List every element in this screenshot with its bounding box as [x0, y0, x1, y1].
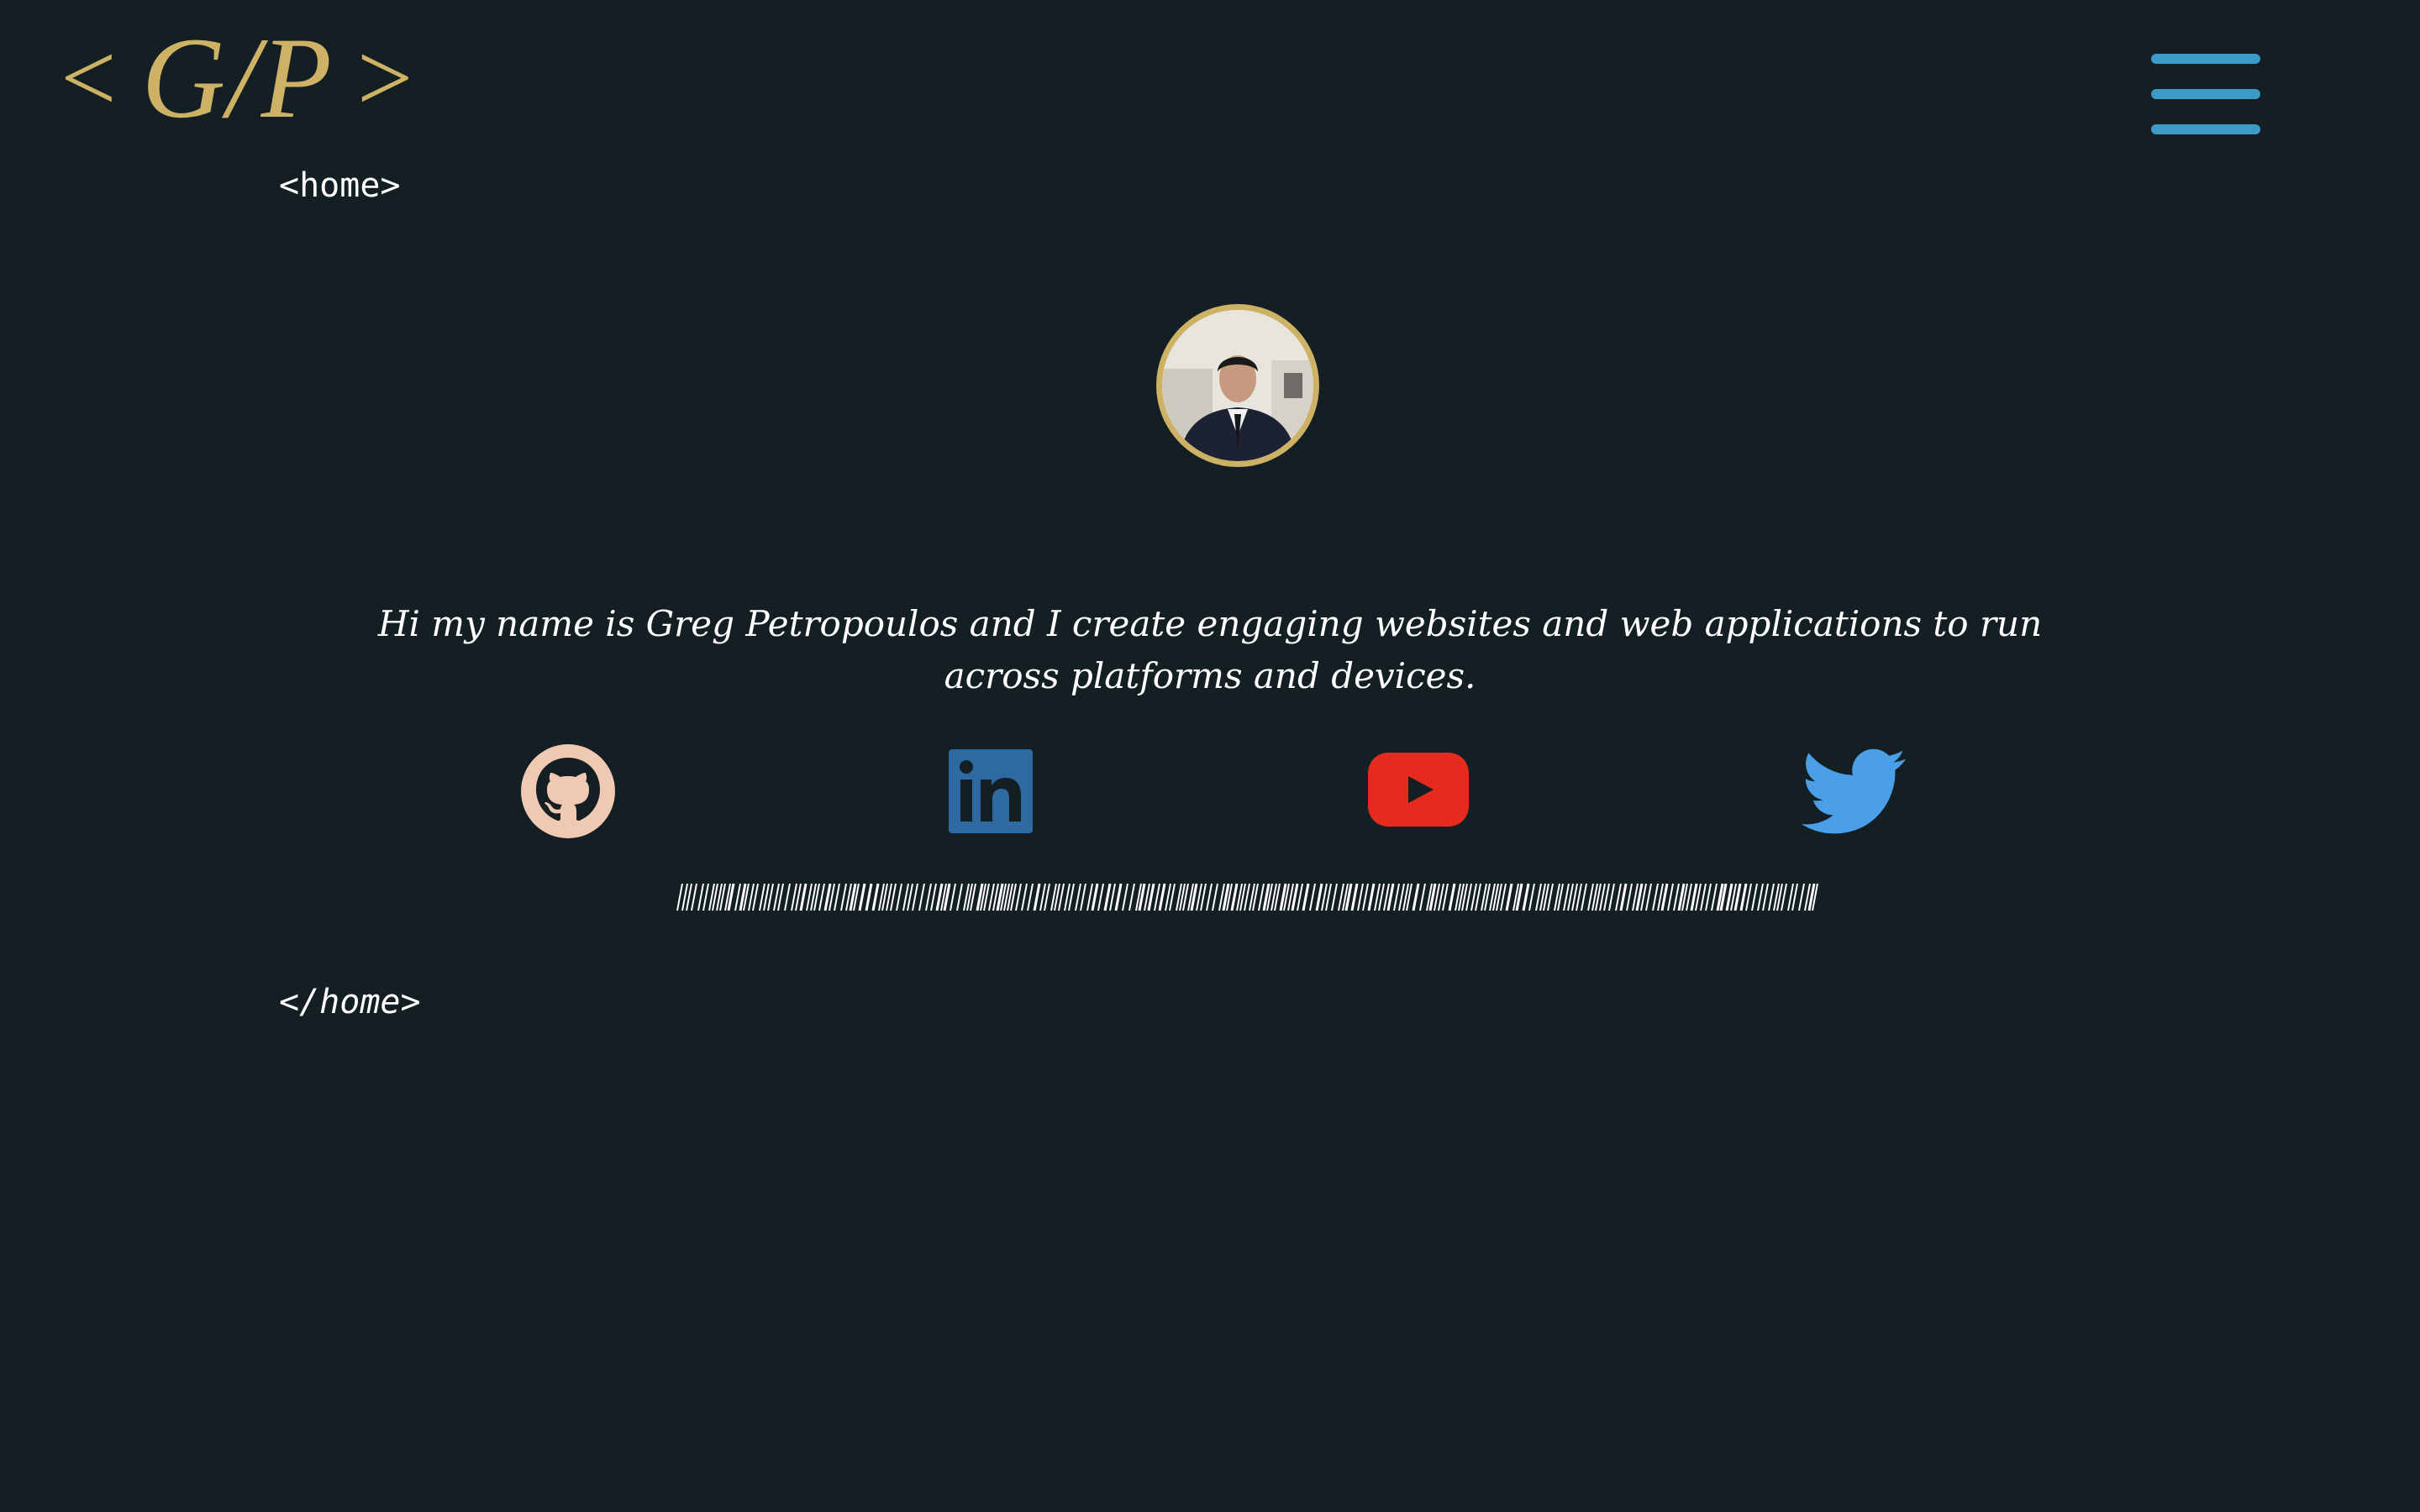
github-icon [521, 744, 615, 838]
profile-photo [1162, 310, 1313, 461]
avatar [1156, 304, 1319, 467]
menu-bar-bottom [2151, 124, 2260, 134]
logo-open-bracket: < [60, 23, 118, 133]
decorative-divider [676, 883, 1818, 911]
menu-bar-top [2151, 54, 2260, 64]
youtube-link[interactable] [1366, 739, 1470, 843]
youtube-icon [1368, 753, 1469, 827]
home-open-tag: <home> [279, 166, 401, 205]
twitter-link[interactable] [1802, 739, 1906, 843]
hamburger-menu-icon[interactable] [2151, 49, 2260, 141]
linkedin-icon [949, 749, 1033, 833]
logo-close-bracket: > [356, 23, 415, 133]
logo-initials: G/P [141, 13, 334, 142]
github-link[interactable] [516, 739, 620, 843]
site-logo[interactable]: < G/P > [60, 15, 438, 141]
linkedin-link[interactable] [937, 739, 1041, 843]
home-close-tag: </home> [279, 983, 421, 1021]
intro-text: Hi my name is Greg Petropoulos and I cre… [377, 603, 2043, 696]
menu-bar-middle [2151, 89, 2260, 99]
twitter-icon [1802, 748, 1906, 834]
